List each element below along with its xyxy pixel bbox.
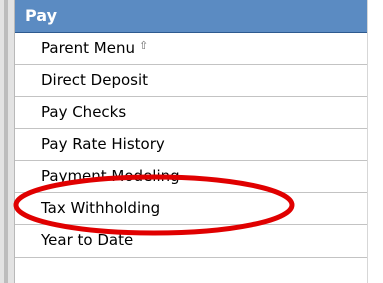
screenshot-frame: Pay Parent Menu ⇧ Direct Deposit Pay Chec… (0, 0, 383, 283)
menu-header: Pay (15, 0, 367, 33)
menu-item-label: Payment Modeling (41, 167, 180, 185)
menu-title: Pay (25, 6, 58, 25)
parent-menu-label: Parent Menu (41, 39, 135, 57)
menu-item-pay-rate-history[interactable]: Pay Rate History (15, 129, 367, 161)
menu-item-direct-deposit[interactable]: Direct Deposit (15, 65, 367, 97)
menu-item-label: Year to Date (41, 231, 134, 249)
menu-item-label: Tax Withholding (41, 199, 161, 217)
menu-item-parent-menu[interactable]: Parent Menu ⇧ (15, 33, 367, 65)
window-left-border (0, 0, 15, 283)
menu-item-label: Pay Checks (41, 103, 127, 121)
menu-item-pay-checks[interactable]: Pay Checks (15, 97, 367, 129)
page-right-gutter (368, 0, 383, 283)
up-arrow-icon: ⇧ (138, 39, 149, 52)
menu-item-tax-withholding[interactable]: Tax Withholding (15, 193, 367, 225)
pay-menu-panel: Pay Parent Menu ⇧ Direct Deposit Pay Chec… (15, 0, 368, 283)
menu-item-label: Direct Deposit (41, 71, 149, 89)
window-left-border-line (4, 0, 8, 283)
menu-item-year-to-date[interactable]: Year to Date (15, 225, 367, 258)
menu-item-payment-modeling[interactable]: Payment Modeling (15, 161, 367, 193)
menu-item-label: Parent Menu ⇧ (41, 38, 148, 60)
menu-item-label: Pay Rate History (41, 135, 165, 153)
